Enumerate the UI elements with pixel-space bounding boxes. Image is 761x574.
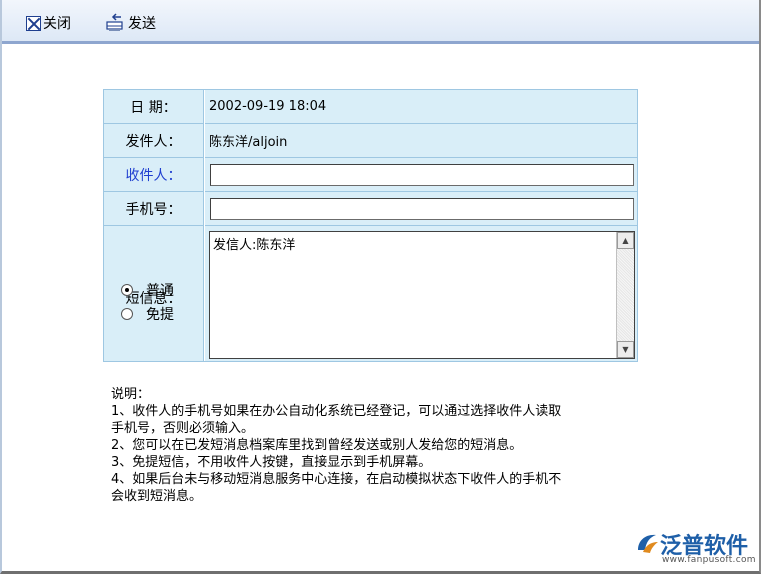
recipient-cell: [205, 158, 637, 192]
scroll-up-icon: ▲: [622, 236, 629, 245]
date-value: 2002-09-19 18:04: [205, 90, 637, 124]
instructions-title: 说明：: [111, 387, 151, 402]
close-button[interactable]: 关闭: [26, 12, 71, 34]
scroll-up-button[interactable]: ▲: [617, 232, 634, 249]
scroll-down-button[interactable]: ▼: [617, 341, 634, 358]
recipient-row: 收件人：: [104, 158, 637, 192]
scroll-down-icon: ▼: [622, 345, 629, 354]
date-label: 日 期：: [104, 90, 204, 124]
message-label-cell: 短信息： 普通 免提: [104, 226, 204, 361]
radio-normal[interactable]: [121, 284, 133, 296]
message-textarea[interactable]: 发信人:陈东洋 ▲ ▼: [209, 231, 635, 359]
close-icon: [26, 15, 41, 31]
mobile-input[interactable]: [210, 197, 634, 220]
instructions-line: 3、免提短信，不用收件人按键，直接显示到手机屏幕。: [111, 455, 432, 470]
message-type-group: 普通 免提: [121, 278, 174, 326]
option-normal[interactable]: 普通: [121, 278, 174, 302]
instructions: 说明： 1、收件人的手机号如果在办公自动化系统已经登记，可以通过选择收件人读取 …: [111, 386, 641, 505]
brand-logo-icon: [638, 534, 658, 553]
instructions-line: 4、如果后台未与移动短消息服务中心连接，在启动模拟状态下收件人的手机不: [111, 472, 562, 487]
option-handsfree-label: 免提: [146, 307, 174, 323]
message-scrollbar[interactable]: ▲ ▼: [616, 232, 634, 358]
send-button[interactable]: 发送: [104, 12, 156, 34]
sender-label: 发件人：: [104, 124, 204, 158]
option-normal-label: 普通: [146, 283, 174, 299]
mobile-row: 手机号：: [104, 192, 637, 226]
recipient-label[interactable]: 收件人：: [104, 158, 204, 192]
instructions-line: 会收到短消息。: [111, 489, 203, 504]
brand-logo: 泛普软件 www.fanpusoft.com: [632, 528, 758, 568]
send-button-label: 发送: [128, 16, 156, 32]
dialog-window: 关闭 发送 日 期： 2002-09-19 18:04 发件人： 陈东洋/alj…: [0, 0, 761, 574]
radio-handsfree[interactable]: [121, 308, 133, 320]
option-handsfree[interactable]: 免提: [121, 302, 174, 326]
date-row: 日 期： 2002-09-19 18:04: [104, 90, 637, 124]
message-row: 短信息： 普通 免提 发信人:陈东洋 ▲ ▼: [104, 226, 637, 361]
toolbar: 关闭 发送: [2, 0, 759, 44]
sender-row: 发件人： 陈东洋/aljoin: [104, 124, 637, 158]
recipient-input[interactable]: [210, 163, 634, 186]
mobile-cell: [205, 192, 637, 226]
instructions-line: 手机号，否则必须输入。: [111, 421, 255, 436]
brand-url: www.fanpusoft.com: [662, 555, 756, 565]
message-form: 日 期： 2002-09-19 18:04 发件人： 陈东洋/aljoin 收件…: [103, 89, 638, 362]
sender-value: 陈东洋/aljoin: [205, 124, 637, 158]
instructions-line: 2、您可以在已发短消息档案库里找到曾经发送或别人发给您的短消息。: [111, 438, 523, 453]
close-button-label: 关闭: [43, 16, 71, 32]
instructions-line: 1、收件人的手机号如果在办公自动化系统已经登记，可以通过选择收件人读取: [111, 404, 562, 419]
send-icon: [106, 13, 123, 31]
message-text: 发信人:陈东洋: [213, 238, 296, 253]
mobile-label: 手机号：: [104, 192, 204, 226]
